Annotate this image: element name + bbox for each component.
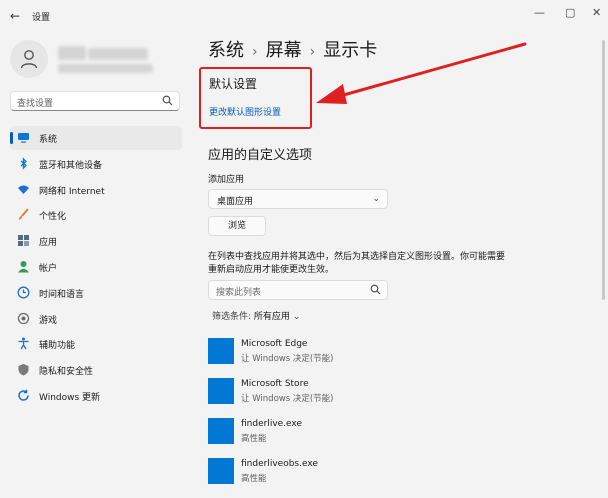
annotation-arrow-icon	[316, 42, 527, 104]
app-status: 高性能	[241, 474, 267, 484]
